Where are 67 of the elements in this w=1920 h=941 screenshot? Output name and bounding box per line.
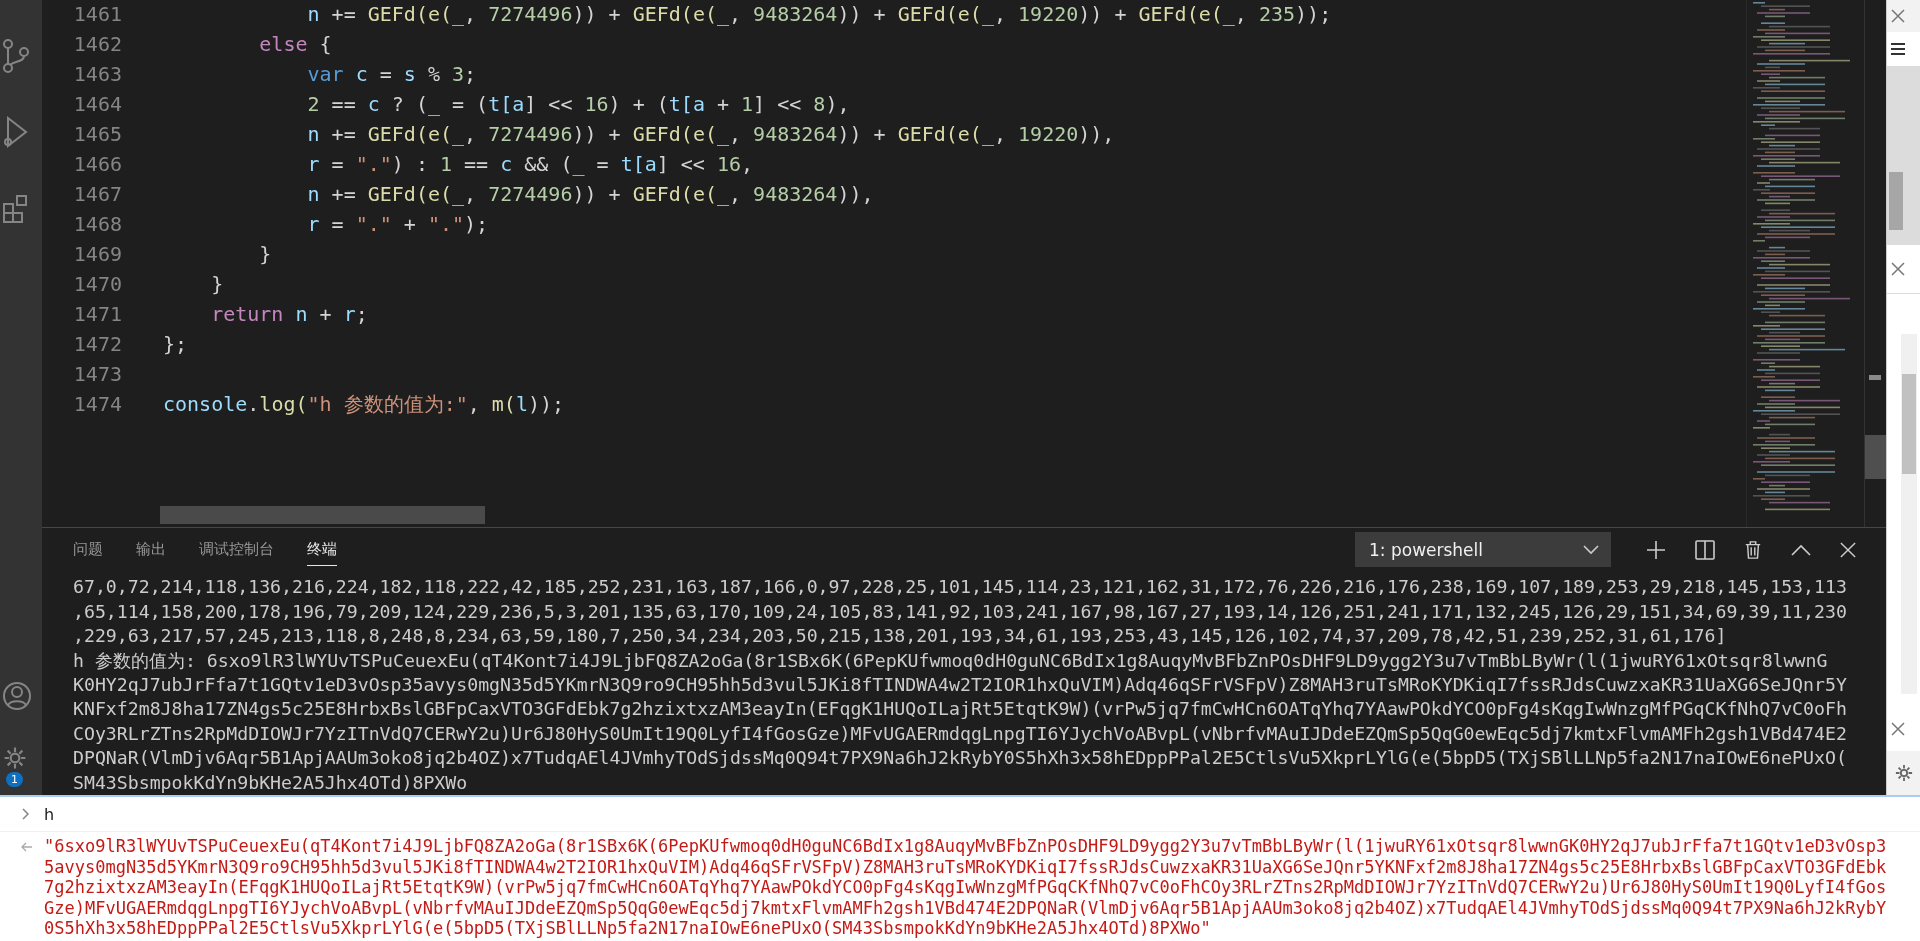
trash-icon[interactable] bbox=[1744, 539, 1762, 560]
panel-tab[interactable]: 问题 bbox=[73, 533, 103, 566]
code-line: r = ".") : 1 == c && (_ = t[a] << 16, bbox=[306, 151, 754, 178]
code-line: var c = s % 3; bbox=[306, 61, 477, 88]
line-number: 1466 bbox=[72, 151, 122, 178]
result-icon bbox=[20, 842, 32, 852]
scrollbar-thumb[interactable] bbox=[1889, 172, 1903, 230]
code-line: n += GEFd(e(_, 7274496)) + GEFd(e(_, 9483264)), bbox=[306, 181, 874, 208]
code-line: } bbox=[258, 241, 272, 268]
terminal-line: h 参数的值为: 6sxo9lR3lWYUvTSPuCeuexEu(qT4Kont7i4J9LjbFQ8ZA2oGa(8r1SBx6K(6PepKUfwmoq0dH0guNC6BdIx1g8AuqyMvBFbZnPOsDHF9LD9ygg2Y3u7vTmBbLByWr(l(1jwuRY61xOtsqr8lwwnG bbox=[73, 648, 1829, 673]
terminal-select[interactable]: 1: powershell bbox=[1355, 532, 1611, 568]
line-number: 1474 bbox=[72, 391, 122, 418]
settings-icon[interactable] bbox=[1895, 764, 1913, 782]
source-control-icon[interactable] bbox=[2, 38, 30, 74]
panel-tab[interactable]: 输出 bbox=[136, 533, 166, 566]
split-icon[interactable] bbox=[1695, 539, 1715, 560]
terminal-line: ,229,63,217,57,245,213,118,8,248,8,234,63,59,180,7,250,34,234,203,50,215,138,201,193,34,61,193,253,43,145,126,102,74,37,209,78,42,51,239,252,31,61,176] bbox=[73, 624, 1728, 649]
terminal-line: KNFxf2m8J8ha17ZN4gs5c25E8HrbxBslGBFpCaxVTO3GFdEbk7g2hzixtxzAM3eayIn(EFqgK1HUQoILajRt5EtqtK9W)(vrPw5jq7fmCwHCn6OATqYhq7YAawPOkdYCO0pFg4sKqgIwWnzgMfPGqCKfNhQ7vC0oFh bbox=[73, 697, 1848, 722]
console-output-line: Gze)MFvUGAERmdqgLnpgTI6YJychVoABvpL(vNbrfvMAuIJDdeEZQmSp5QqG0ewEqc5dj7kmtxFlvmAMFh2gsh1VBd474E2DPQNaR(VlmDjv6Aqr5B1ApjAAUm3oko8jq2b4OZ)x7TudqAEl4JVmhyTOdSjdssMq0Q94t7PX9Na6hJ2kRybY bbox=[44, 897, 1887, 918]
line-number: 1473 bbox=[72, 361, 122, 388]
line-number: 1464 bbox=[72, 91, 122, 118]
terminal-line: K0HY2qJ7ubJrFfa7t1GQtv1eD3vOsp35avys0mgN35d5YKmrN3Q9ro9CH95hh5d3vul5JKi8fTINDWA4w2T2IOR1hxQuVIM)Adq46qSFrVSFpV)Z8MAH3ruTsMRoKYDKiqI7fssRJdsCuwzxaKR31UaXG6SeJQnr5Y bbox=[73, 673, 1848, 698]
line-number: 1472 bbox=[72, 331, 122, 358]
line-number: 1465 bbox=[72, 121, 122, 148]
terminal-line: 67,0,72,214,118,136,216,224,182,118,222,42,185,252,231,163,187,166,0,97,228,25,101,145,114,23,121,162,31,172,76,226,216,176,238,169,107,189,253,29,218,145,153,113 bbox=[73, 575, 1848, 600]
scrollbar-thumb[interactable] bbox=[1865, 435, 1886, 479]
line-number: 1461 bbox=[72, 1, 122, 28]
menu-icon[interactable] bbox=[1891, 43, 1905, 55]
line-number: 1462 bbox=[72, 31, 122, 58]
line-number: 1467 bbox=[72, 181, 122, 208]
code-line: }; bbox=[163, 331, 188, 358]
line-number: 1471 bbox=[72, 301, 122, 328]
run-debug-icon[interactable] bbox=[2, 114, 30, 150]
code-line: 2 == c ? (_ = (t[a] << 16) + (t[a + 1] << 8), bbox=[306, 91, 850, 118]
add-terminal-icon[interactable] bbox=[1646, 539, 1666, 560]
terminal-line: SM43SbsmpokKdYn9bKHe2A5Jhx4OTd)8PXWo bbox=[73, 770, 469, 795]
code-line: return n + r; bbox=[210, 301, 368, 328]
console-output-line: 7g2hzixtxzAM3eayIn(EFqgK1HUQoILajRt5EtqtK9W)(vrPw5jq7fmCwHCn6OATqYhq7YAawPOkdYCO0pFg4sKqgIwWnzgMfPGqCKfNhQ7vC0oFhCOy3RLrZTns2RpMdDIOWJr7YzITnVdQ7CERwY2u)Ur6J80HyS0UmIt19Q0LyfI4fGos bbox=[44, 877, 1887, 898]
console-output-line: 0S5hXh3x58hEDppPPal2E5CtlsVu5XkprLYlG(e(5bpD5(TXjSBlLLNp5fa2N17naIOwE6nePUxO(SM43SbsmpokKdYn9bKHe2A5Jhx4OTd)8PXWo" bbox=[44, 918, 1212, 939]
line-number: 1468 bbox=[72, 211, 122, 238]
prompt-icon bbox=[22, 808, 30, 820]
notification-badge: 1 bbox=[6, 772, 23, 787]
close-icon[interactable] bbox=[1840, 541, 1856, 558]
settings-icon[interactable] bbox=[2, 745, 28, 771]
scroll-marker bbox=[1869, 375, 1881, 380]
line-number: 1469 bbox=[72, 241, 122, 268]
chevron-up-icon[interactable] bbox=[1791, 543, 1811, 556]
code-line: console.log("h 参数的值为:", m(l)); bbox=[163, 391, 565, 418]
panel-tab[interactable]: 终端 bbox=[307, 533, 337, 566]
code-line: n += GEFd(e(_, 7274496)) + GEFd(e(_, 9483264)) + GEFd(e(_, 19220)), bbox=[306, 121, 1115, 148]
line-number: 1470 bbox=[72, 271, 122, 298]
console-output-line: 5avys0mgN35d5YKmrN3Q9ro9CH95hh5d3vul5JKi8fTINDWA4w2T2IOR1hxQuVIM)Adq46qSFrVSFpV)Z8MAH3ruTsMRoKYDKiqI7fssRJdsCuwzxaKR31UaXG6SeJQnr5YKNFxf2m8J8ha17ZN4gs5c25E8HrbxBslGBFpCaxVTO3GFdEbk bbox=[44, 856, 1887, 877]
panel-tab[interactable]: 调试控制台 bbox=[199, 533, 274, 566]
code-line: } bbox=[210, 271, 224, 298]
terminal-line: COy3RLrZTns2RpMdDIOWJr7YzITnVdQ7CERwY2u)Ur6J80HyS0UmIt19Q0LyfI4fGosGze)MFvUGAERmdqgLnpgTI6YJychVoABvpL(vNbrfvMAuIJDdeEZQmSp5QqG0ewEqc5dj7kmtxFlvmAMFh2gsh1VBd474E2 bbox=[73, 721, 1848, 746]
account-icon[interactable] bbox=[2, 681, 32, 711]
chevron-down-icon bbox=[1583, 544, 1599, 555]
code-line: else { bbox=[258, 31, 332, 58]
console-output-line: "6sxo9lR3lWYUvTSPuCeuexEu(qT4Kont7i4J9LjbFQ8ZA2oGa(8r1SBx6K(6PepKUfwmoq0dH0guNC6BdIx1g8AuqyMvBFbZnPOsDHF9LD9ygg2Y3u7vTmBbLByWr(l(1jwuRY61xOtsqr8lwwnGK0HY2qJ7ubJrFfa7t1GQtv1eD3vOsp3 bbox=[44, 836, 1887, 857]
code-line: n += GEFd(e(_, 7274496)) + GEFd(e(_, 9483264)) + GEFd(e(_, 19220)) + GEFd(e(_, 235)); bbox=[306, 1, 1332, 28]
console-command: h bbox=[44, 804, 55, 824]
scrollbar-thumb[interactable] bbox=[1902, 374, 1916, 474]
terminal-line: DPQNaR(VlmDjv6Aqr5B1ApjAAUm3oko8jq2b4OZ)x7TudqAEl4JVmhyTOdSjdssMq0Q94t7PX9Na6hJ2kRybY0S5hXh3x58hEDppPPal2E5CtlsVu5XkprLYlG(e(5bpD5(TXjSBlLLNp5fa2N17naIOwE6nePUxO( bbox=[73, 746, 1848, 771]
terminal-line: ,65,114,158,200,178,196,79,209,124,229,236,5,3,201,135,63,170,109,24,105,83,141,92,103,241,167,98,167,27,193,14,126,251,241,171,132,245,126,29,151,34,69,39,11,230 bbox=[73, 599, 1848, 624]
scrollbar-thumb[interactable] bbox=[160, 506, 485, 524]
line-number: 1463 bbox=[72, 61, 122, 88]
code-line: r = "." + "."); bbox=[306, 211, 489, 238]
